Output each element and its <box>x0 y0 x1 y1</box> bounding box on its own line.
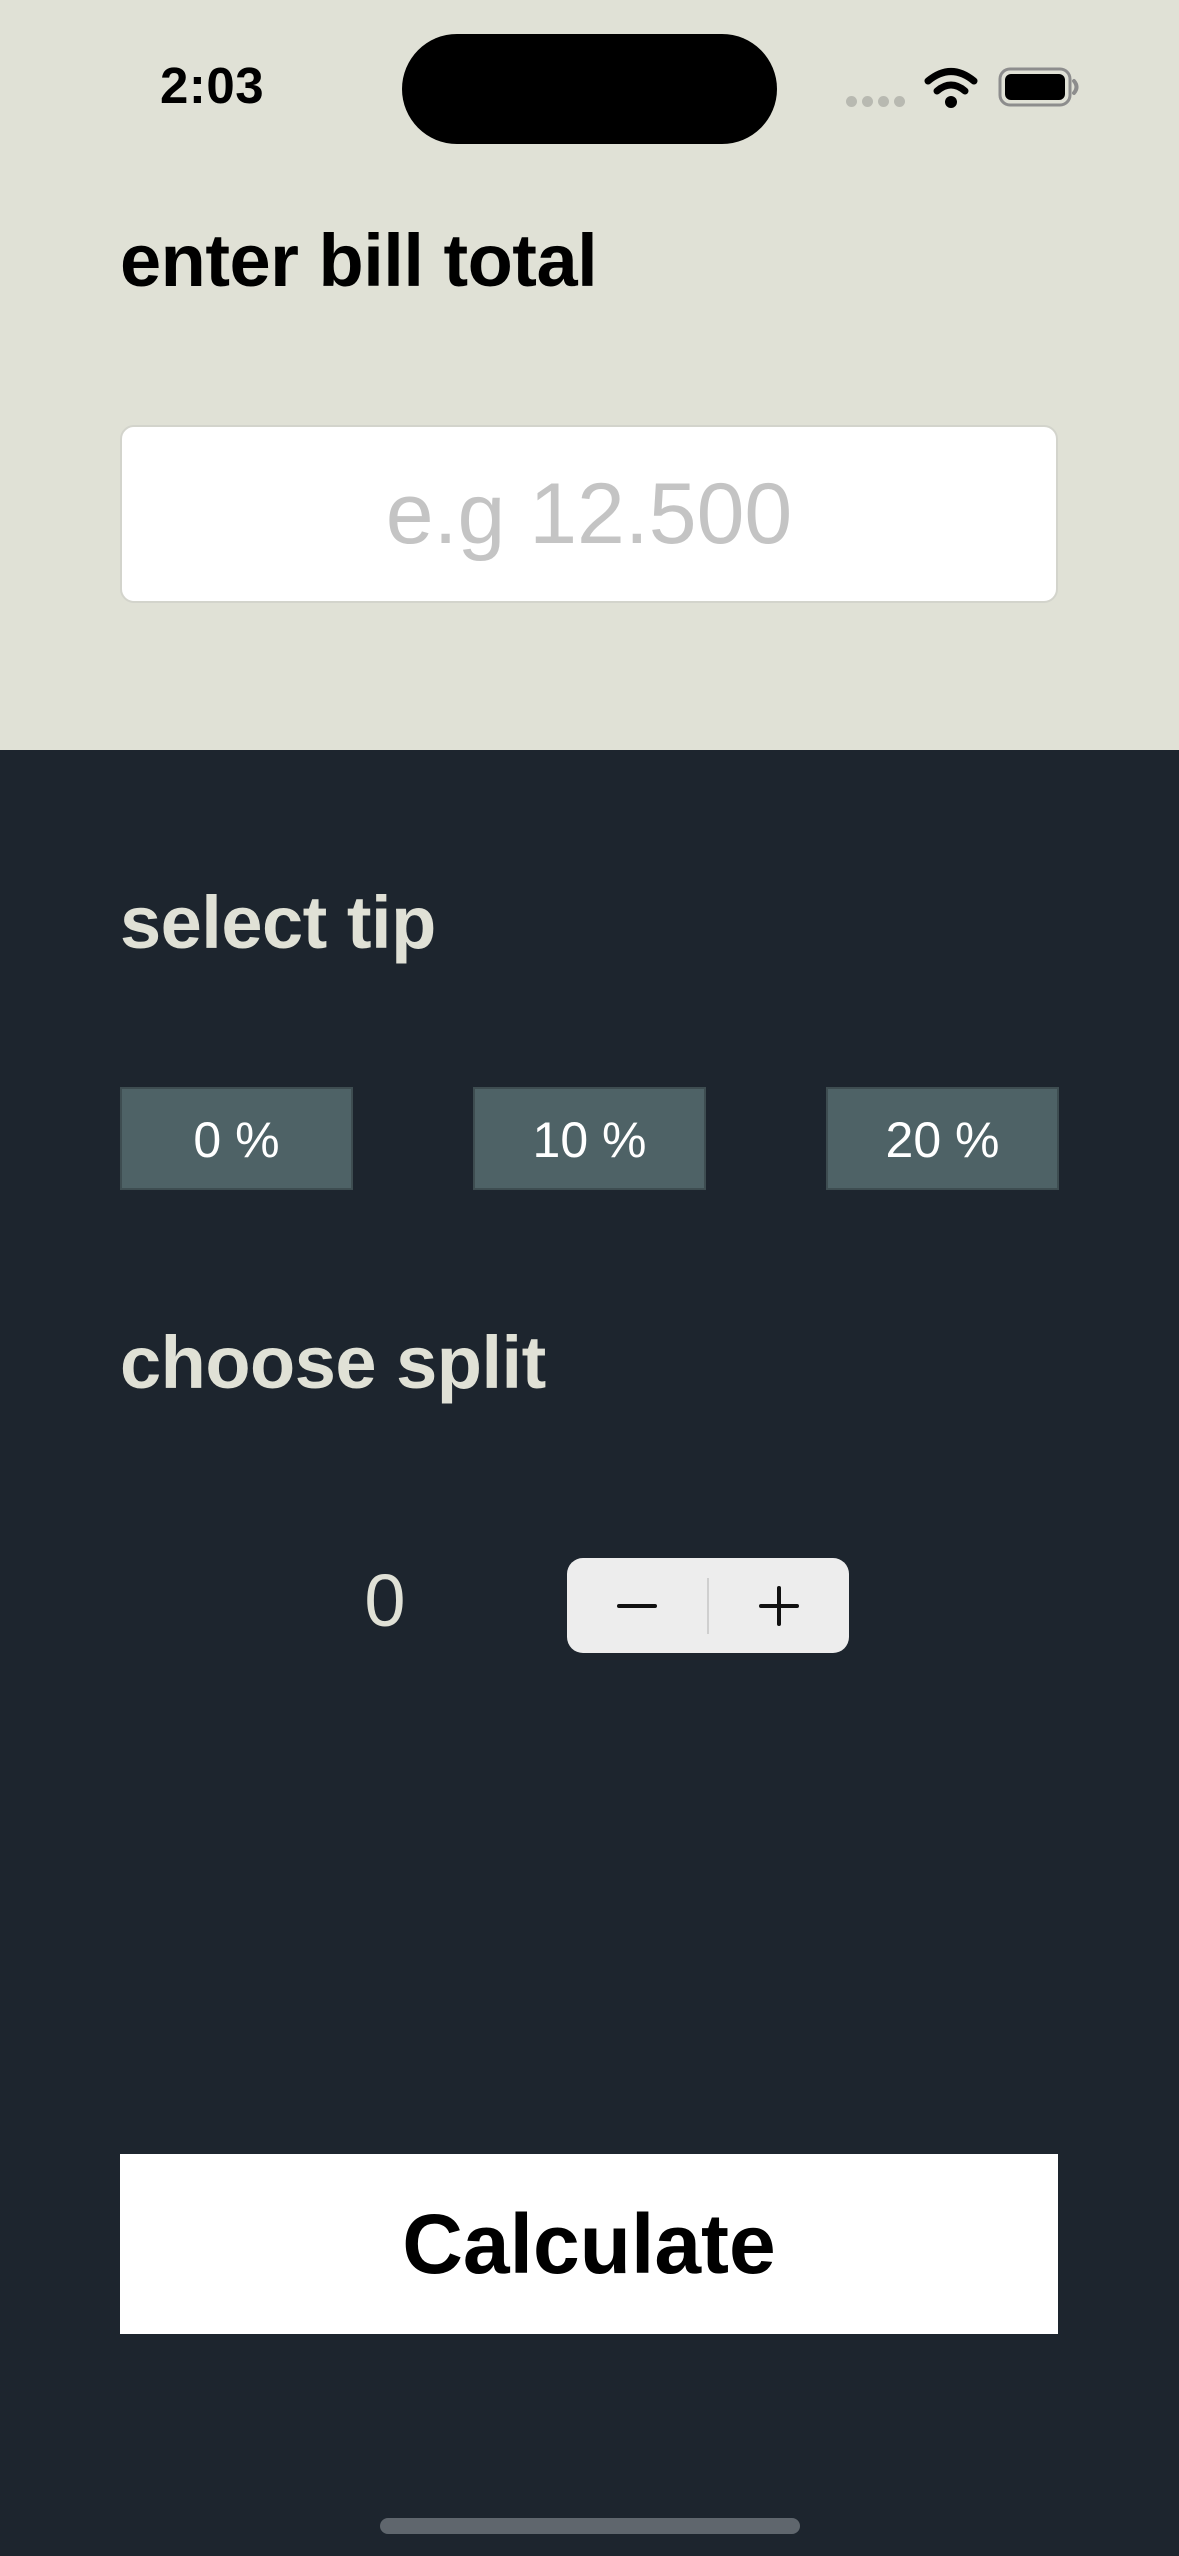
split-stepper <box>567 1558 849 1653</box>
calculate-button[interactable]: Calculate <box>120 2154 1058 2334</box>
tip-option-0-percent[interactable]: 0 % <box>120 1087 353 1190</box>
decrease-split-button[interactable] <box>567 1558 707 1653</box>
increase-split-button[interactable] <box>709 1558 849 1653</box>
tip-title: select tip <box>120 881 436 964</box>
dynamic-island <box>402 34 777 144</box>
minus-icon <box>617 1604 657 1608</box>
battery-icon <box>998 66 1080 108</box>
cellular-signal-icon <box>846 96 906 108</box>
home-indicator <box>380 2518 800 2534</box>
tip-option-10-percent[interactable]: 10 % <box>473 1087 706 1190</box>
split-count-value: 0 <box>364 1559 406 1642</box>
tip-option-20-percent[interactable]: 20 % <box>826 1087 1059 1190</box>
split-title: choose split <box>120 1321 546 1404</box>
plus-icon <box>759 1586 799 1626</box>
bill-total-input[interactable] <box>120 425 1058 603</box>
wifi-icon <box>924 66 978 110</box>
bill-title: enter bill total <box>120 219 598 302</box>
status-time: 2:03 <box>160 57 265 114</box>
